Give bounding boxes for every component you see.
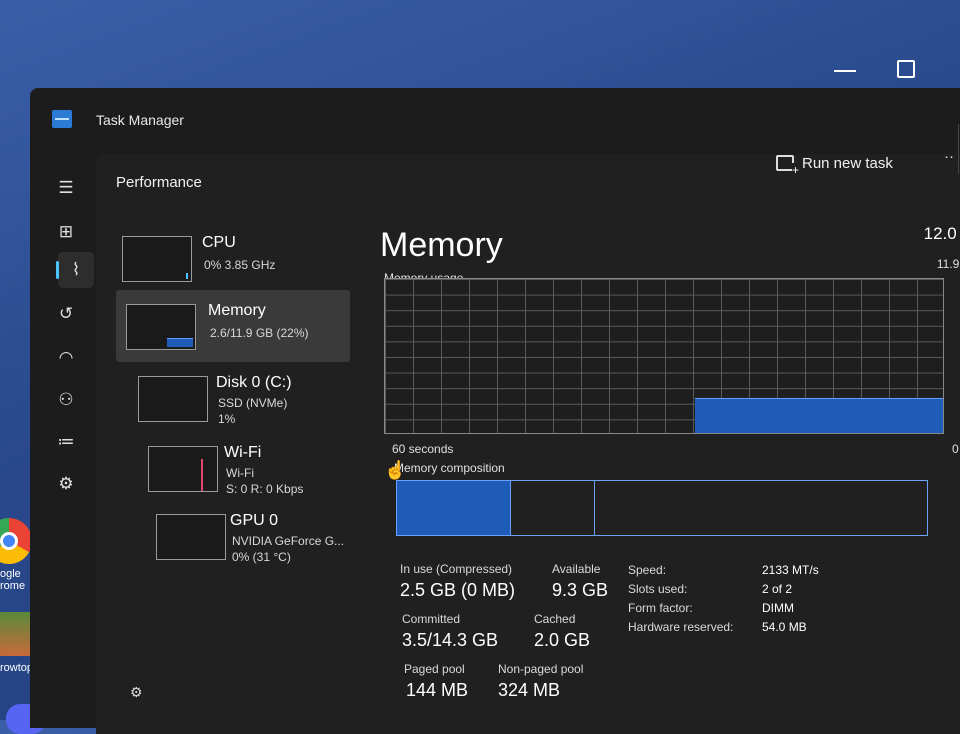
non-paged-pool-label: Non-paged pool xyxy=(498,662,584,676)
device-detail-2: 0% (31 °C) xyxy=(232,550,291,564)
in-use-value: 2.5 GB (0 MB) xyxy=(400,580,516,600)
device-detail: 0% 3.85 GHz xyxy=(204,258,276,272)
speed-label: Speed: xyxy=(628,563,667,577)
hardware-reserved-label: Hardware reserved: xyxy=(628,620,734,634)
wifi-thumbnail xyxy=(148,446,218,492)
memory-usage-graph xyxy=(384,278,944,434)
app-history-icon[interactable]: ↺ xyxy=(52,300,80,328)
speed-value: 2133 MT/s xyxy=(762,563,819,577)
cached-value: 2.0 GB xyxy=(534,630,591,650)
cpu-thumbnail xyxy=(122,236,192,282)
disk-thumbnail xyxy=(138,376,208,422)
device-detail: Wi-Fi xyxy=(226,466,254,480)
minimize-button[interactable] xyxy=(834,70,856,72)
committed-label: Committed xyxy=(402,612,461,626)
device-detail-2: S: 0 R: 0 Kbps xyxy=(226,482,304,496)
task-manager-window: Task Manager ☰ ⊞ ⌇ ↺ ◠ ⚇ ≔ ⚙ Performance… xyxy=(30,88,960,734)
performance-panel: Performance Run new task ·· CPU 0% 3.85 … xyxy=(96,124,960,734)
paged-pool-label: Paged pool xyxy=(404,662,465,676)
paged-pool-value: 144 MB xyxy=(406,680,469,700)
slots-used-label: Slots used: xyxy=(628,582,688,596)
device-name: Disk 0 (C:) xyxy=(216,374,292,391)
device-detail: SSD (NVMe) xyxy=(218,396,288,410)
form-factor-label: Form factor: xyxy=(628,601,693,615)
device-cpu[interactable]: CPU 0% 3.85 GHz xyxy=(116,228,350,292)
device-detail: 2.6/11.9 GB (22%) xyxy=(210,326,309,340)
chrome-icon[interactable] xyxy=(0,518,32,564)
device-name: CPU xyxy=(202,234,236,251)
hand-cursor-icon: ☝ xyxy=(384,460,407,480)
memory-total: 12.0 GB xyxy=(923,224,960,243)
toolbar-divider xyxy=(958,124,959,174)
memory-thumbnail xyxy=(126,304,196,350)
device-wifi[interactable]: Wi-Fi Wi-Fi S: 0 R: 0 Kbps xyxy=(116,436,350,500)
run-task-icon xyxy=(776,155,800,177)
form-factor-value: DIMM xyxy=(762,601,794,615)
committed-value: 3.5/14.3 GB xyxy=(402,630,499,650)
cached-label: Cached xyxy=(534,612,576,626)
startup-icon[interactable]: ◠ xyxy=(52,344,80,372)
device-gpu[interactable]: GPU 0 NVIDIA GeForce G... 0% (31 °C) xyxy=(116,504,350,568)
device-name: Memory xyxy=(208,302,266,319)
available-label: Available xyxy=(552,562,601,576)
processes-icon[interactable]: ⊞ xyxy=(52,218,80,246)
page-title: Performance xyxy=(116,174,202,191)
device-name: Wi-Fi xyxy=(224,444,262,461)
details-icon[interactable]: ≔ xyxy=(52,428,80,456)
gpu-thumbnail xyxy=(156,514,226,560)
device-detail-2: 1% xyxy=(218,412,236,426)
device-detail: NVIDIA GeForce G... xyxy=(232,534,345,548)
memory-max: 11.9 GB xyxy=(936,257,960,271)
memory-composition-label: Memory composition xyxy=(394,461,505,475)
device-disk[interactable]: Disk 0 (C:) SSD (NVMe) 1% xyxy=(116,366,350,430)
device-memory[interactable]: Memory 2.6/11.9 GB (22%) xyxy=(116,290,350,362)
nav-rail: ☰ ⊞ ⌇ ↺ ◠ ⚇ ≔ ⚙ xyxy=(30,148,96,728)
memory-composition-bar xyxy=(396,480,928,536)
title-bar[interactable]: Task Manager xyxy=(30,88,960,148)
run-new-task-button[interactable]: Run new task xyxy=(776,148,893,178)
composition-free xyxy=(595,481,927,535)
graph-axis-left: 60 seconds xyxy=(392,442,454,456)
available-value: 9.3 GB xyxy=(552,580,609,600)
maximize-button[interactable] xyxy=(897,60,915,78)
task-manager-app-icon xyxy=(52,110,72,128)
memory-heading: Memory xyxy=(380,226,503,264)
slots-used-value: 2 of 2 xyxy=(762,582,793,596)
composition-standby xyxy=(511,481,595,535)
performance-icon[interactable]: ⌇ xyxy=(56,252,94,288)
in-use-label: In use (Compressed) xyxy=(400,562,513,576)
settings-icon[interactable]: ⚙ xyxy=(130,684,143,701)
graph-axis-right: 0 xyxy=(952,442,959,456)
composition-in-use xyxy=(397,481,511,535)
hardware-reserved-value: 54.0 MB xyxy=(762,620,807,634)
users-icon[interactable]: ⚇ xyxy=(52,386,80,414)
non-paged-pool-value: 324 MB xyxy=(498,680,561,700)
device-name: GPU 0 xyxy=(230,512,279,529)
window-title: Task Manager xyxy=(96,112,184,128)
memory-usage-fill xyxy=(695,398,943,433)
hamburger-icon[interactable]: ☰ xyxy=(52,174,80,202)
run-new-task-label: Run new task xyxy=(802,154,893,172)
more-options-button[interactable]: ·· xyxy=(944,148,954,165)
services-icon[interactable]: ⚙ xyxy=(52,470,80,498)
